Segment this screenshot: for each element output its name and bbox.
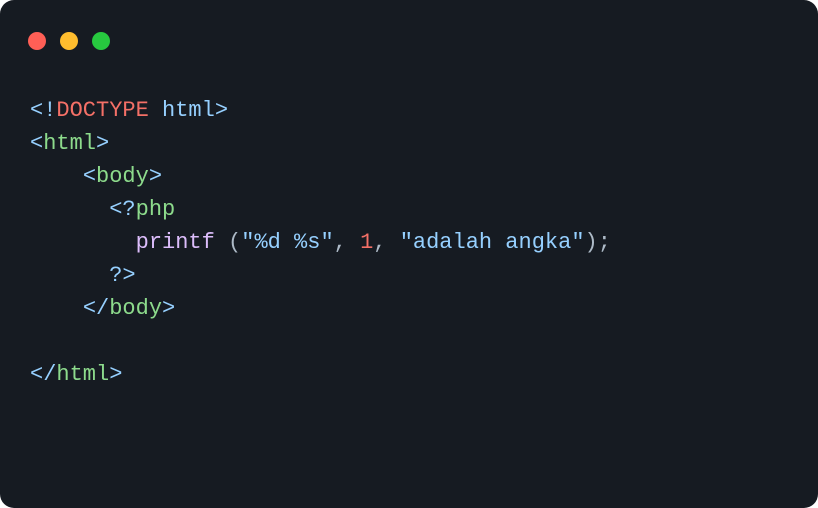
number-literal: 1 <box>360 230 373 255</box>
punct: < <box>30 131 43 156</box>
string-literal: "%d %s" <box>241 230 333 255</box>
close-icon[interactable] <box>28 32 46 50</box>
semicolon: ; <box>598 230 611 255</box>
tag: body <box>96 164 149 189</box>
window-titlebar <box>0 0 818 58</box>
doctype-keyword: DOCTYPE <box>56 98 148 123</box>
punct: </ <box>30 362 56 387</box>
php-open: <? <box>109 197 135 222</box>
code-line-5: printf ("%d %s", 1, "adalah angka"); <box>30 230 611 255</box>
string-literal: "adalah angka" <box>400 230 585 255</box>
punct: <! <box>30 98 56 123</box>
tag: html <box>43 131 96 156</box>
code-line-8: </html> <box>30 362 122 387</box>
code-window: <!DOCTYPE html> <html> <body> <?php prin… <box>0 0 818 508</box>
function-name: printf <box>136 230 215 255</box>
code-line-3: <body> <box>30 164 162 189</box>
punct: > <box>215 98 228 123</box>
code-line-2: <html> <box>30 131 109 156</box>
punct: > <box>162 296 175 321</box>
punct: </ <box>83 296 109 321</box>
comma: , <box>373 230 399 255</box>
code-line-7: </body> <box>30 296 175 321</box>
punct: > <box>96 131 109 156</box>
paren: ) <box>585 230 598 255</box>
code-line-6: ?> <box>30 263 136 288</box>
punct: > <box>149 164 162 189</box>
comma: , <box>334 230 360 255</box>
paren: ( <box>228 230 241 255</box>
zoom-icon[interactable] <box>92 32 110 50</box>
doctype-name: html <box>149 98 215 123</box>
tag: html <box>56 362 109 387</box>
punct: < <box>83 164 96 189</box>
code-line-4: <?php <box>30 197 175 222</box>
code-line-1: <!DOCTYPE html> <box>30 98 228 123</box>
tag: body <box>109 296 162 321</box>
minimize-icon[interactable] <box>60 32 78 50</box>
php-keyword: php <box>136 197 176 222</box>
punct: > <box>109 362 122 387</box>
php-close: ?> <box>109 263 135 288</box>
code-editor: <!DOCTYPE html> <html> <body> <?php prin… <box>0 58 818 391</box>
